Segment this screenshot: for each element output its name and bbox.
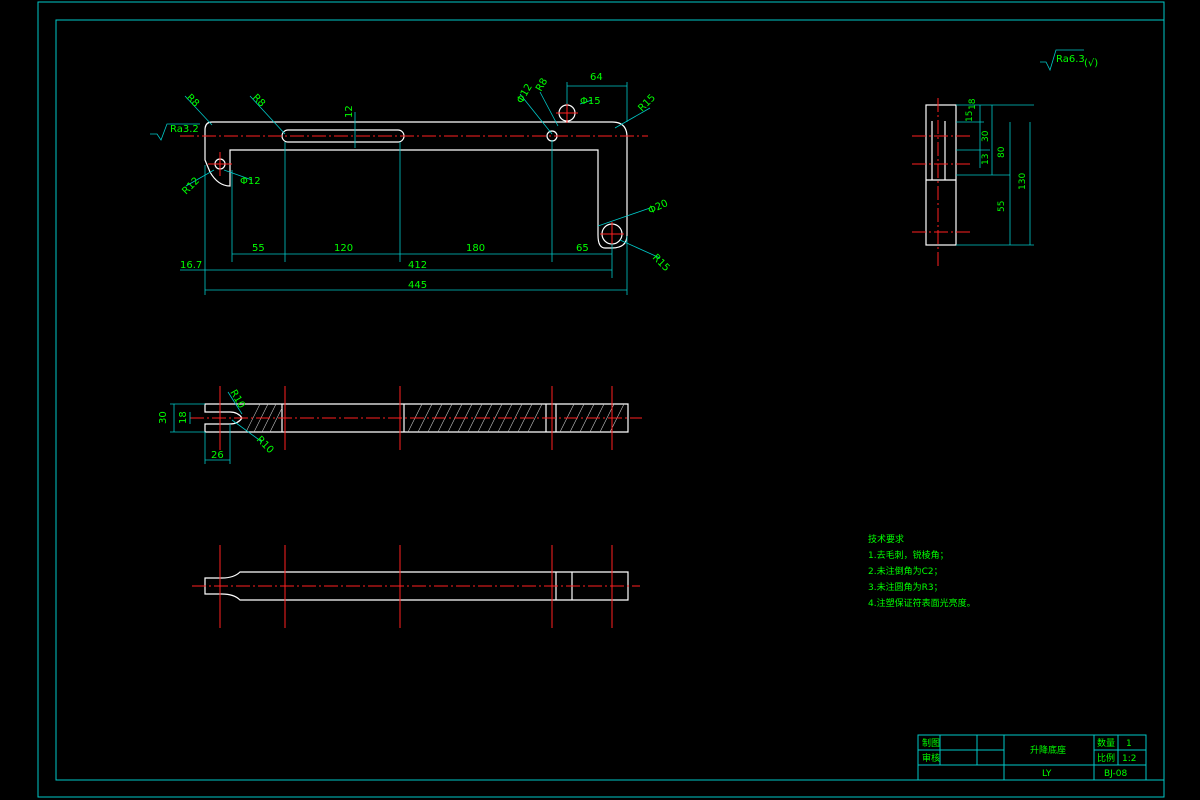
tb-part-name: 升降底座 xyxy=(1030,744,1066,756)
dim-r15-bottom: R15 xyxy=(650,252,672,274)
side-dim-30: 30 xyxy=(981,130,991,142)
bottom-view xyxy=(192,545,640,628)
note-2: 2.未注倒角为C2； xyxy=(868,565,943,577)
dim-phi12-top: Φ12 xyxy=(515,82,535,105)
outer-frame xyxy=(37,1,1165,798)
section-view: R10 R10 30 18 26 xyxy=(158,386,642,464)
tb-qty-value: 1 xyxy=(1126,739,1132,749)
dim-64: 64 xyxy=(590,72,603,83)
cad-drawing: 64 Φ15 R15 Φ12 R8 R8 R8 12 R12 Φ12 Φ20 R… xyxy=(37,1,1165,798)
tb-author: LY xyxy=(1042,769,1052,779)
tb-scale-label: 比例 xyxy=(1097,752,1115,764)
dim-phi15: Φ15 xyxy=(580,96,601,107)
tb-checked-label: 审核 xyxy=(922,752,940,764)
side-dim-13: 13 xyxy=(981,154,991,165)
dim-phi12-left: Φ12 xyxy=(240,176,261,187)
side-dim-130: 130 xyxy=(1018,173,1028,190)
section-dim-30: 30 xyxy=(158,411,169,424)
dim-16-7: 16.7 xyxy=(180,260,202,271)
tb-drawing-no: BJ-08 xyxy=(1104,769,1127,779)
note-3: 3.未注圆角为R3； xyxy=(868,581,943,593)
global-roughness: Ra6.3 (√) xyxy=(1040,49,1098,72)
dim-phi20: Φ20 xyxy=(647,198,670,217)
notes-title: 技术要求 xyxy=(868,533,904,545)
roughness-edge-label: Ra3.2 xyxy=(170,124,199,135)
section-dim-18: 18 xyxy=(178,411,189,424)
global-roughness-paren: (√) xyxy=(1084,58,1098,69)
side-dim-55: 55 xyxy=(997,201,1007,212)
dim-180: 180 xyxy=(466,243,485,254)
dim-55: 55 xyxy=(252,243,265,254)
section-dim-r10-bottom: R10 xyxy=(254,434,276,456)
dim-412: 412 xyxy=(408,260,427,271)
top-view-outline xyxy=(204,121,628,249)
tb-qty-label: 数量 xyxy=(1097,737,1115,749)
note-4: 4.注塑保证符表面光亮度。 xyxy=(868,597,976,609)
side-view-outline xyxy=(925,104,957,246)
side-dim-15: 15 xyxy=(965,111,975,122)
dim-12: 12 xyxy=(344,105,355,118)
dim-65: 65 xyxy=(576,243,589,254)
dim-r15-top: R15 xyxy=(636,92,658,114)
tb-scale-value: 1:2 xyxy=(1122,754,1136,764)
section-dim-26: 26 xyxy=(211,450,224,461)
side-dim-18: 18 xyxy=(968,98,978,110)
tb-drawn-label: 制图 xyxy=(922,737,940,749)
note-1: 1.去毛刺，锐棱角； xyxy=(868,549,949,561)
dim-r8-left: R8 xyxy=(184,92,201,109)
section-dim-r10-top: R10 xyxy=(227,388,246,411)
global-roughness-label: Ra6.3 xyxy=(1056,54,1085,65)
inner-frame xyxy=(55,19,1165,781)
title-block: 制图 审核 升降底座 数量 1 比例 1:2 LY BJ-08 xyxy=(917,734,1147,781)
side-dim-80: 80 xyxy=(997,146,1007,158)
dim-r8-slot: R8 xyxy=(250,92,267,109)
side-view: 15 18 30 13 80 55 130 xyxy=(912,98,1034,268)
dim-120: 120 xyxy=(334,243,353,254)
dim-445: 445 xyxy=(408,280,427,291)
top-view: 64 Φ15 R15 Φ12 R8 R8 R8 12 R12 Φ12 Φ20 R… xyxy=(150,72,672,295)
technical-notes: 技术要求 1.去毛刺，锐棱角； 2.未注倒角为C2； 3.未注圆角为R3； 4.… xyxy=(868,533,976,609)
dim-r8-right: R8 xyxy=(534,76,550,93)
